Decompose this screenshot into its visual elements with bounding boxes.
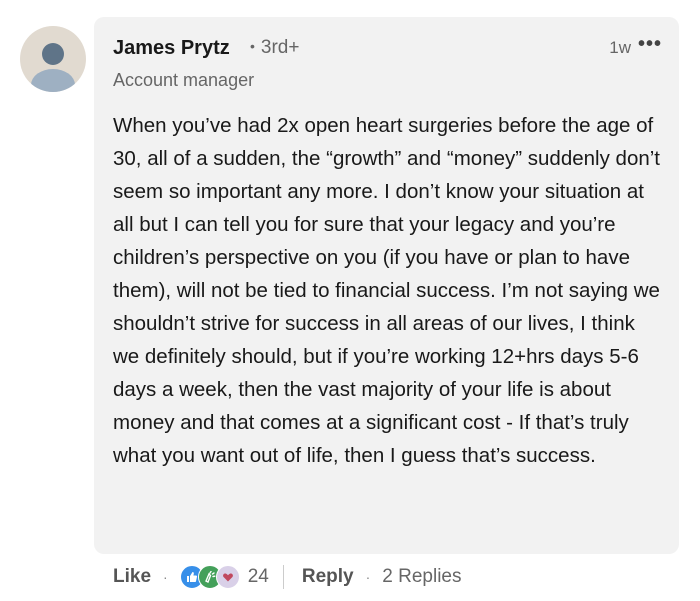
avatar-body xyxy=(31,69,75,92)
like-button[interactable]: Like xyxy=(113,566,151,588)
degree-label: 3rd+ xyxy=(260,37,300,58)
replies-link[interactable]: 2 Replies xyxy=(382,566,461,588)
thumbs-up-glyph xyxy=(186,572,197,582)
avatar[interactable] xyxy=(20,26,86,92)
author-name[interactable]: James Prytz xyxy=(113,37,230,60)
connection-degree: • 3rd+ xyxy=(250,37,299,59)
reaction-count[interactable]: 24 xyxy=(248,566,269,588)
more-options-icon[interactable]: ••• xyxy=(637,33,663,55)
separator-dot: · xyxy=(163,569,168,585)
avatar-head xyxy=(42,43,64,65)
heart-hand-glyph xyxy=(222,573,233,582)
comment-text: When you’ve had 2x open heart surgeries … xyxy=(113,114,660,467)
separator-dot: · xyxy=(365,569,371,585)
vertical-divider xyxy=(282,565,284,589)
comment-bubble: James Prytz • 3rd+ Account manager 1w •••… xyxy=(94,17,679,554)
degree-dot: • xyxy=(250,38,255,54)
clap-glyph xyxy=(204,571,216,583)
comment-actions: Like · 24 Reply · 2 Replies xyxy=(113,563,461,591)
reactions-summary[interactable] xyxy=(179,565,240,589)
comment-item: James Prytz • 3rd+ Account manager 1w •••… xyxy=(0,0,700,601)
support-icon xyxy=(215,565,240,589)
reply-button[interactable]: Reply xyxy=(302,566,354,588)
comment-timestamp: 1w xyxy=(609,38,631,57)
author-headline: Account manager xyxy=(113,70,255,90)
